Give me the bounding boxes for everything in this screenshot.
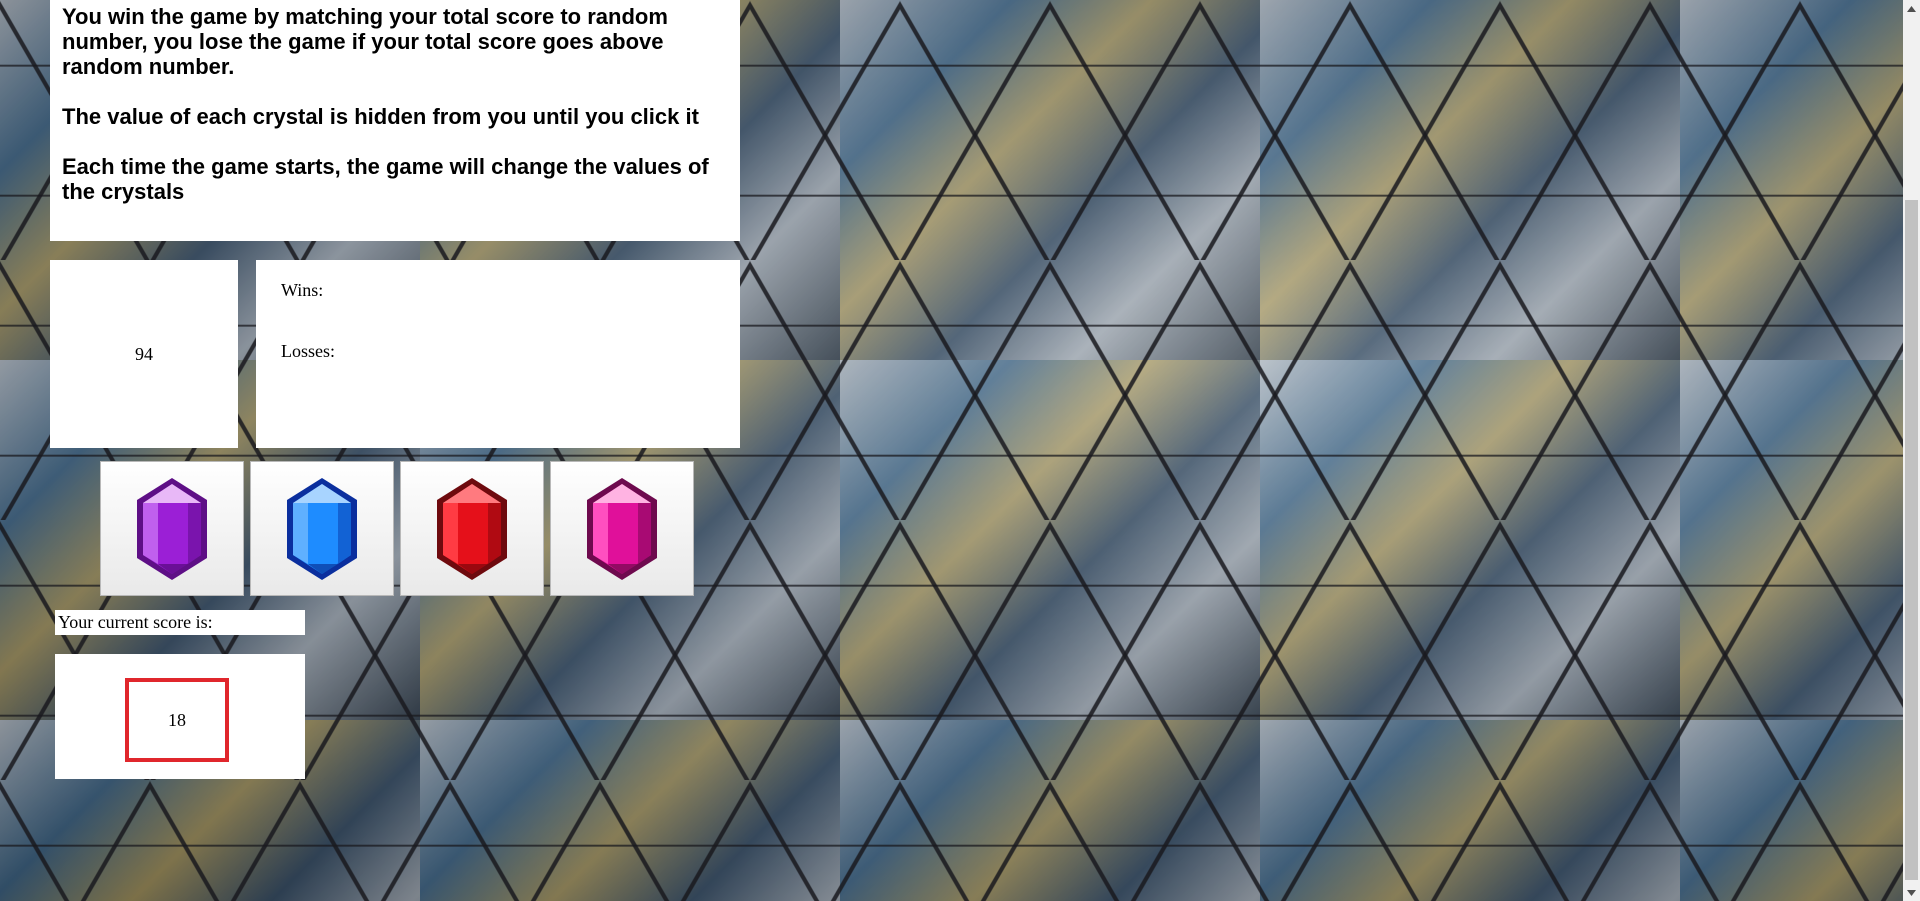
crystal-button-blue[interactable] [250, 461, 394, 596]
crystal-button-magenta[interactable] [550, 461, 694, 596]
stats-panel: Wins: Losses: [256, 260, 740, 448]
scroll-down-arrow-icon[interactable] [1903, 884, 1920, 901]
scroll-up-arrow-icon[interactable] [1903, 0, 1920, 17]
current-score-label: Your current score is: [55, 610, 305, 635]
scrollbar-thumb[interactable] [1905, 200, 1918, 880]
purple-crystal-icon [137, 477, 207, 580]
current-score-value: 18 [125, 678, 229, 762]
random-number: 94 [135, 343, 153, 364]
vertical-scrollbar[interactable] [1903, 0, 1920, 901]
instructions-panel: You win the game by matching your total … [50, 0, 740, 241]
wins-label: Wins: [281, 280, 324, 300]
instructions-win-rule: You win the game by matching your total … [62, 4, 668, 79]
magenta-crystal-icon [587, 477, 657, 580]
instructions-values-change: Each time the game starts, the game will… [62, 154, 709, 204]
current-score-box: 18 [55, 654, 305, 779]
crystal-button-purple[interactable] [100, 461, 244, 596]
losses-label: Losses: [281, 341, 335, 361]
random-number-box: 94 [50, 260, 238, 448]
crystal-button-red[interactable] [400, 461, 544, 596]
blue-crystal-icon [287, 477, 357, 580]
instructions-hidden-values: The value of each crystal is hidden from… [62, 104, 699, 129]
red-crystal-icon [437, 477, 507, 580]
